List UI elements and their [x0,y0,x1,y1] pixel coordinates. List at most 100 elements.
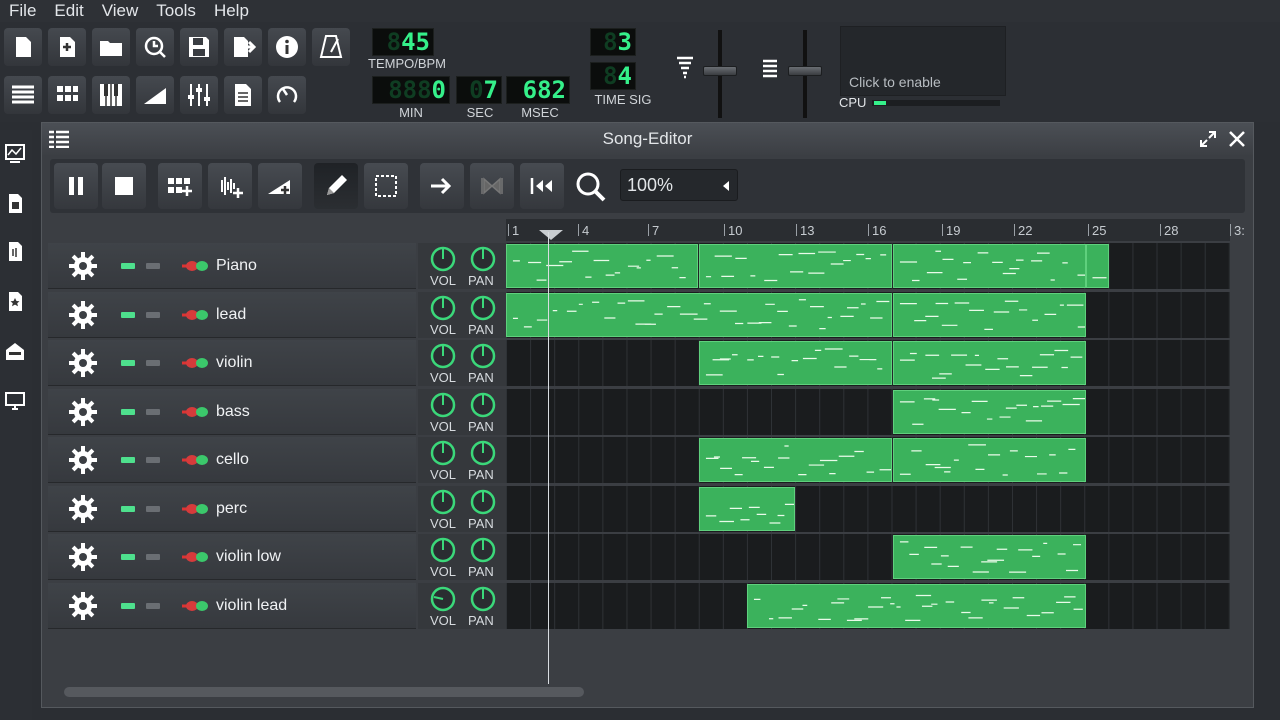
solo-led[interactable] [146,505,160,512]
timeline-ruler[interactable]: 1 4 7 10 13 16 19 22 25 28 3: [506,219,1245,241]
computer-icon[interactable] [4,390,26,412]
horizontal-scrollbar[interactable] [64,687,584,697]
position-marker-icon[interactable] [538,229,564,241]
add-sample-track-button[interactable] [208,163,252,209]
track-header[interactable]: violin lead [48,582,416,629]
solo-led[interactable] [146,263,160,269]
track-name-button[interactable]: cello [180,437,249,483]
automation-editor-button[interactable] [136,76,174,114]
song-editor-titlebar[interactable]: Song-Editor [42,123,1253,155]
pattern-clip[interactable] [893,535,1086,579]
solo-led[interactable] [146,408,160,415]
track-name-button[interactable]: lead [180,292,246,338]
time-sig-denominator[interactable]: 84 [590,62,636,90]
pattern-clip[interactable] [893,292,1086,337]
gear-icon[interactable] [68,445,98,475]
draw-mode-button[interactable] [314,163,358,209]
beat-bassline-editor-button[interactable] [48,76,86,114]
track-lane[interactable] [506,437,1230,483]
tempo-display[interactable]: 8 45 [372,28,434,56]
track-name-button[interactable]: violin low [180,534,281,580]
cpu-meter-panel[interactable]: Click to enable [840,26,1006,96]
mute-led[interactable] [121,554,135,560]
track-header[interactable]: cello [48,437,416,483]
gear-icon[interactable] [68,494,98,524]
export-button[interactable] [224,28,262,66]
volume-knob[interactable] [430,537,456,563]
gear-icon[interactable] [68,591,98,621]
zoom-select[interactable]: 100% [620,169,738,201]
track-lane[interactable] [506,340,1230,386]
gear-icon[interactable] [68,300,98,330]
track-name-button[interactable]: perc [180,486,247,532]
pan-knob[interactable] [470,440,496,466]
pattern-clip[interactable] [893,244,1086,288]
track-header[interactable]: lead [48,291,416,338]
track-header[interactable]: perc [48,485,416,532]
mute-led[interactable] [121,408,135,415]
master-pitch-slider[interactable] [788,66,822,76]
menu-tools[interactable]: Tools [147,1,205,21]
pan-knob[interactable] [470,246,496,272]
new-from-template-button[interactable] [48,28,86,66]
track-header[interactable]: violin [48,340,416,386]
mute-led[interactable] [121,360,135,366]
pattern-clip[interactable] [1086,244,1109,288]
pan-knob[interactable] [470,586,496,612]
track-header[interactable]: Piano [48,243,416,289]
close-icon[interactable] [1228,130,1246,148]
stop-button[interactable] [102,163,146,209]
track-lane[interactable] [506,291,1230,338]
new-project-button[interactable] [4,28,42,66]
song-editor-button[interactable] [4,76,42,114]
auto-scroll-button[interactable] [420,163,464,209]
pan-knob[interactable] [470,295,496,321]
mixer-button[interactable] [180,76,218,114]
menu-help[interactable]: Help [205,1,258,21]
volume-knob[interactable] [430,246,456,272]
mute-led[interactable] [121,602,135,609]
pause-button[interactable] [54,163,98,209]
pattern-clip[interactable] [699,244,892,288]
project-notes-button[interactable] [224,76,262,114]
edit-mode-button[interactable] [364,163,408,209]
metronome-button[interactable] [312,28,350,66]
menu-edit[interactable]: Edit [45,1,92,21]
loop-points-button[interactable] [470,163,514,209]
restore-icon[interactable] [1200,131,1216,147]
track-lane[interactable] [506,485,1230,532]
track-lane[interactable] [506,534,1230,580]
controller-rack-button[interactable] [268,76,306,114]
stop-behaviour-button[interactable] [520,163,564,209]
solo-led[interactable] [146,457,160,463]
gear-icon[interactable] [68,397,98,427]
recent-projects-button[interactable] [136,28,174,66]
pattern-clip[interactable] [699,438,892,482]
pattern-clip[interactable] [699,486,795,531]
pattern-clip[interactable] [893,341,1086,385]
solo-led[interactable] [146,554,160,560]
add-automation-track-button[interactable] [258,163,302,209]
pan-knob[interactable] [470,343,496,369]
mute-led[interactable] [121,263,135,269]
volume-knob[interactable] [430,489,456,515]
instrument-plugins-icon[interactable] [4,142,26,164]
pattern-clip[interactable] [893,389,1086,434]
my-projects-icon[interactable] [4,192,26,214]
mute-led[interactable] [121,505,135,512]
track-header[interactable]: violin low [48,534,416,580]
my-presets-icon[interactable] [4,290,26,312]
master-volume-slider[interactable] [703,66,737,76]
piano-roll-button[interactable] [92,76,130,114]
time-sig-numerator[interactable]: 83 [590,28,636,56]
pattern-clip[interactable] [506,244,698,288]
gear-icon[interactable] [68,542,98,572]
pan-knob[interactable] [470,392,496,418]
mute-led[interactable] [121,457,135,463]
solo-led[interactable] [146,602,160,609]
track-lane[interactable] [506,388,1230,435]
menu-file[interactable]: File [0,1,45,21]
about-button[interactable] [268,28,306,66]
pattern-clip[interactable] [699,341,892,385]
my-samples-icon[interactable] [4,240,26,262]
